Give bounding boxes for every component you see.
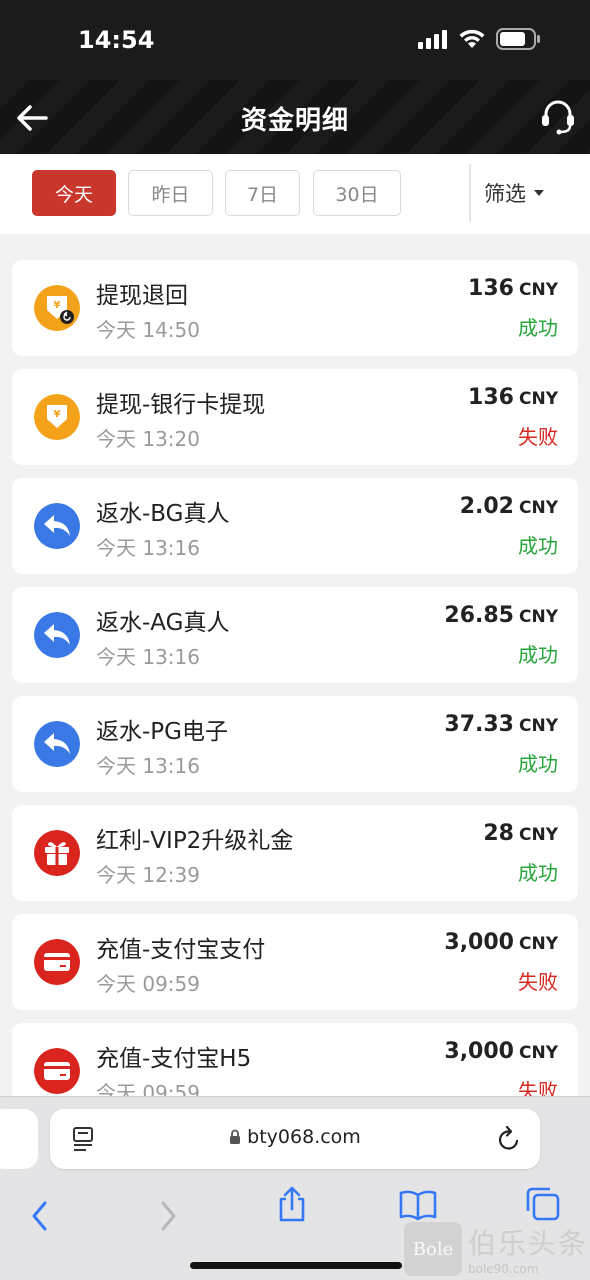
transaction-date: 今天 09:59 [96, 1081, 200, 1096]
tab-yesterday[interactable]: 昨日 [128, 170, 213, 216]
chevron-left-icon[interactable] [26, 1199, 54, 1233]
transaction-status: 失败 [518, 425, 558, 449]
url-label: bty068.com [247, 1126, 361, 1148]
transaction-amount: 37.33 CNY [444, 712, 558, 737]
filter-divider [469, 164, 471, 222]
transaction-title: 充值-支付宝支付 [96, 937, 266, 963]
transaction-title: 返水-AG真人 [96, 610, 230, 636]
transaction-row[interactable]: 返水-BG真人 今天 13:16 2.02 CNY 成功 [12, 478, 578, 574]
url-text: bty068.com [50, 1126, 540, 1148]
transaction-row[interactable]: 返水-PG电子 今天 13:16 37.33 CNY 成功 [12, 696, 578, 792]
transaction-row[interactable]: 返水-AG真人 今天 13:16 26.85 CNY 成功 [12, 587, 578, 683]
wifi-icon [459, 29, 485, 48]
transaction-title: 充值-支付宝H5 [96, 1046, 252, 1072]
transaction-title: 返水-BG真人 [96, 501, 230, 527]
transaction-status: 成功 [518, 752, 558, 776]
battery-icon [496, 28, 540, 50]
card-icon [34, 939, 80, 985]
transaction-row[interactable]: ¥ 提现退回 今天 14:50 136 CNY 成功 [12, 260, 578, 356]
transaction-title: 红利-VIP2升级礼金 [96, 828, 294, 854]
transaction-date: 今天 13:16 [96, 536, 200, 560]
filter-button[interactable]: 筛选 [484, 178, 544, 208]
rebate-icon [34, 721, 80, 767]
svg-text:¥: ¥ [54, 409, 61, 420]
previous-tab-preview[interactable] [0, 1109, 38, 1169]
transaction-amount: 2.02 CNY [459, 494, 558, 519]
transaction-row[interactable]: ¥ 提现-银行卡提现 今天 13:20 136 CNY 失败 [12, 369, 578, 465]
withdraw-icon: ¥ [34, 394, 80, 440]
share-icon[interactable] [276, 1185, 308, 1223]
card-icon [34, 1048, 80, 1094]
transaction-title: 提现退回 [96, 283, 188, 309]
transaction-status: 成功 [518, 534, 558, 558]
tabs-icon[interactable] [524, 1185, 562, 1223]
transaction-list: ¥ 提现退回 今天 14:50 136 CNY 成功 ¥ 提现-银行卡提现 今天 … [0, 234, 590, 1096]
transaction-amount: 3,000 CNY [444, 1039, 558, 1064]
transaction-amount: 136 CNY [468, 385, 558, 410]
withdraw-return-icon: ¥ [34, 285, 80, 331]
rebate-icon [34, 612, 80, 658]
transaction-row[interactable]: 红利-VIP2升级礼金 今天 12:39 28 CNY 成功 [12, 805, 578, 901]
lock-icon [230, 1129, 241, 1144]
svg-text:¥: ¥ [54, 300, 61, 311]
transaction-status: 失败 [518, 1079, 558, 1096]
transaction-title: 返水-PG电子 [96, 719, 228, 745]
page-title: 资金明细 [240, 106, 349, 136]
filter-bar: 今天 昨日 7日 30日 筛选 [0, 154, 590, 234]
watermark-url: bole90.com [468, 1262, 539, 1276]
transaction-title: 提现-银行卡提现 [96, 392, 266, 418]
headset-icon[interactable] [540, 98, 576, 136]
reload-icon[interactable] [496, 1125, 522, 1153]
home-indicator [190, 1262, 402, 1269]
tab-30-days[interactable]: 30日 [313, 170, 401, 216]
transaction-date: 今天 13:16 [96, 645, 200, 669]
status-bar: 14:54 [0, 0, 590, 80]
address-bar[interactable]: bty068.com [50, 1109, 540, 1169]
transaction-amount: 3,000 CNY [444, 930, 558, 955]
transaction-status: 成功 [518, 643, 558, 667]
watermark-title: 伯乐头条 [468, 1227, 589, 1260]
transaction-date: 今天 13:16 [96, 754, 200, 778]
status-time: 14:54 [78, 26, 155, 54]
tab-today[interactable]: 今天 [32, 170, 116, 216]
transaction-date: 今天 12:39 [96, 863, 200, 887]
bookmarks-icon[interactable] [398, 1189, 438, 1221]
transaction-amount: 26.85 CNY [444, 603, 558, 628]
transaction-status: 成功 [518, 861, 558, 885]
filter-label: 筛选 [484, 182, 526, 206]
transaction-status: 失败 [518, 970, 558, 994]
status-icons [418, 28, 540, 50]
gift-icon [34, 830, 80, 876]
caret-down-icon [534, 190, 544, 196]
transaction-date: 今天 13:20 [96, 427, 200, 451]
chevron-right-icon[interactable] [154, 1199, 182, 1233]
transaction-status: 成功 [518, 316, 558, 340]
signal-icon [418, 30, 447, 49]
transaction-row[interactable]: 充值-支付宝H5 今天 09:59 3,000 CNY 失败 [12, 1023, 578, 1096]
transaction-amount: 28 CNY [483, 821, 558, 846]
watermark-logo: Bole [404, 1222, 462, 1276]
transaction-amount: 136 CNY [468, 276, 558, 301]
transaction-date: 今天 09:59 [96, 972, 200, 996]
transaction-row[interactable]: 充值-支付宝支付 今天 09:59 3,000 CNY 失败 [12, 914, 578, 1010]
rebate-icon [34, 503, 80, 549]
tab-7-days[interactable]: 7日 [225, 170, 300, 216]
nav-bar: 资金明细 [0, 80, 590, 154]
watermark: Bole 伯乐头条 bole90.com [404, 1222, 588, 1276]
transaction-date: 今天 14:50 [96, 318, 200, 342]
